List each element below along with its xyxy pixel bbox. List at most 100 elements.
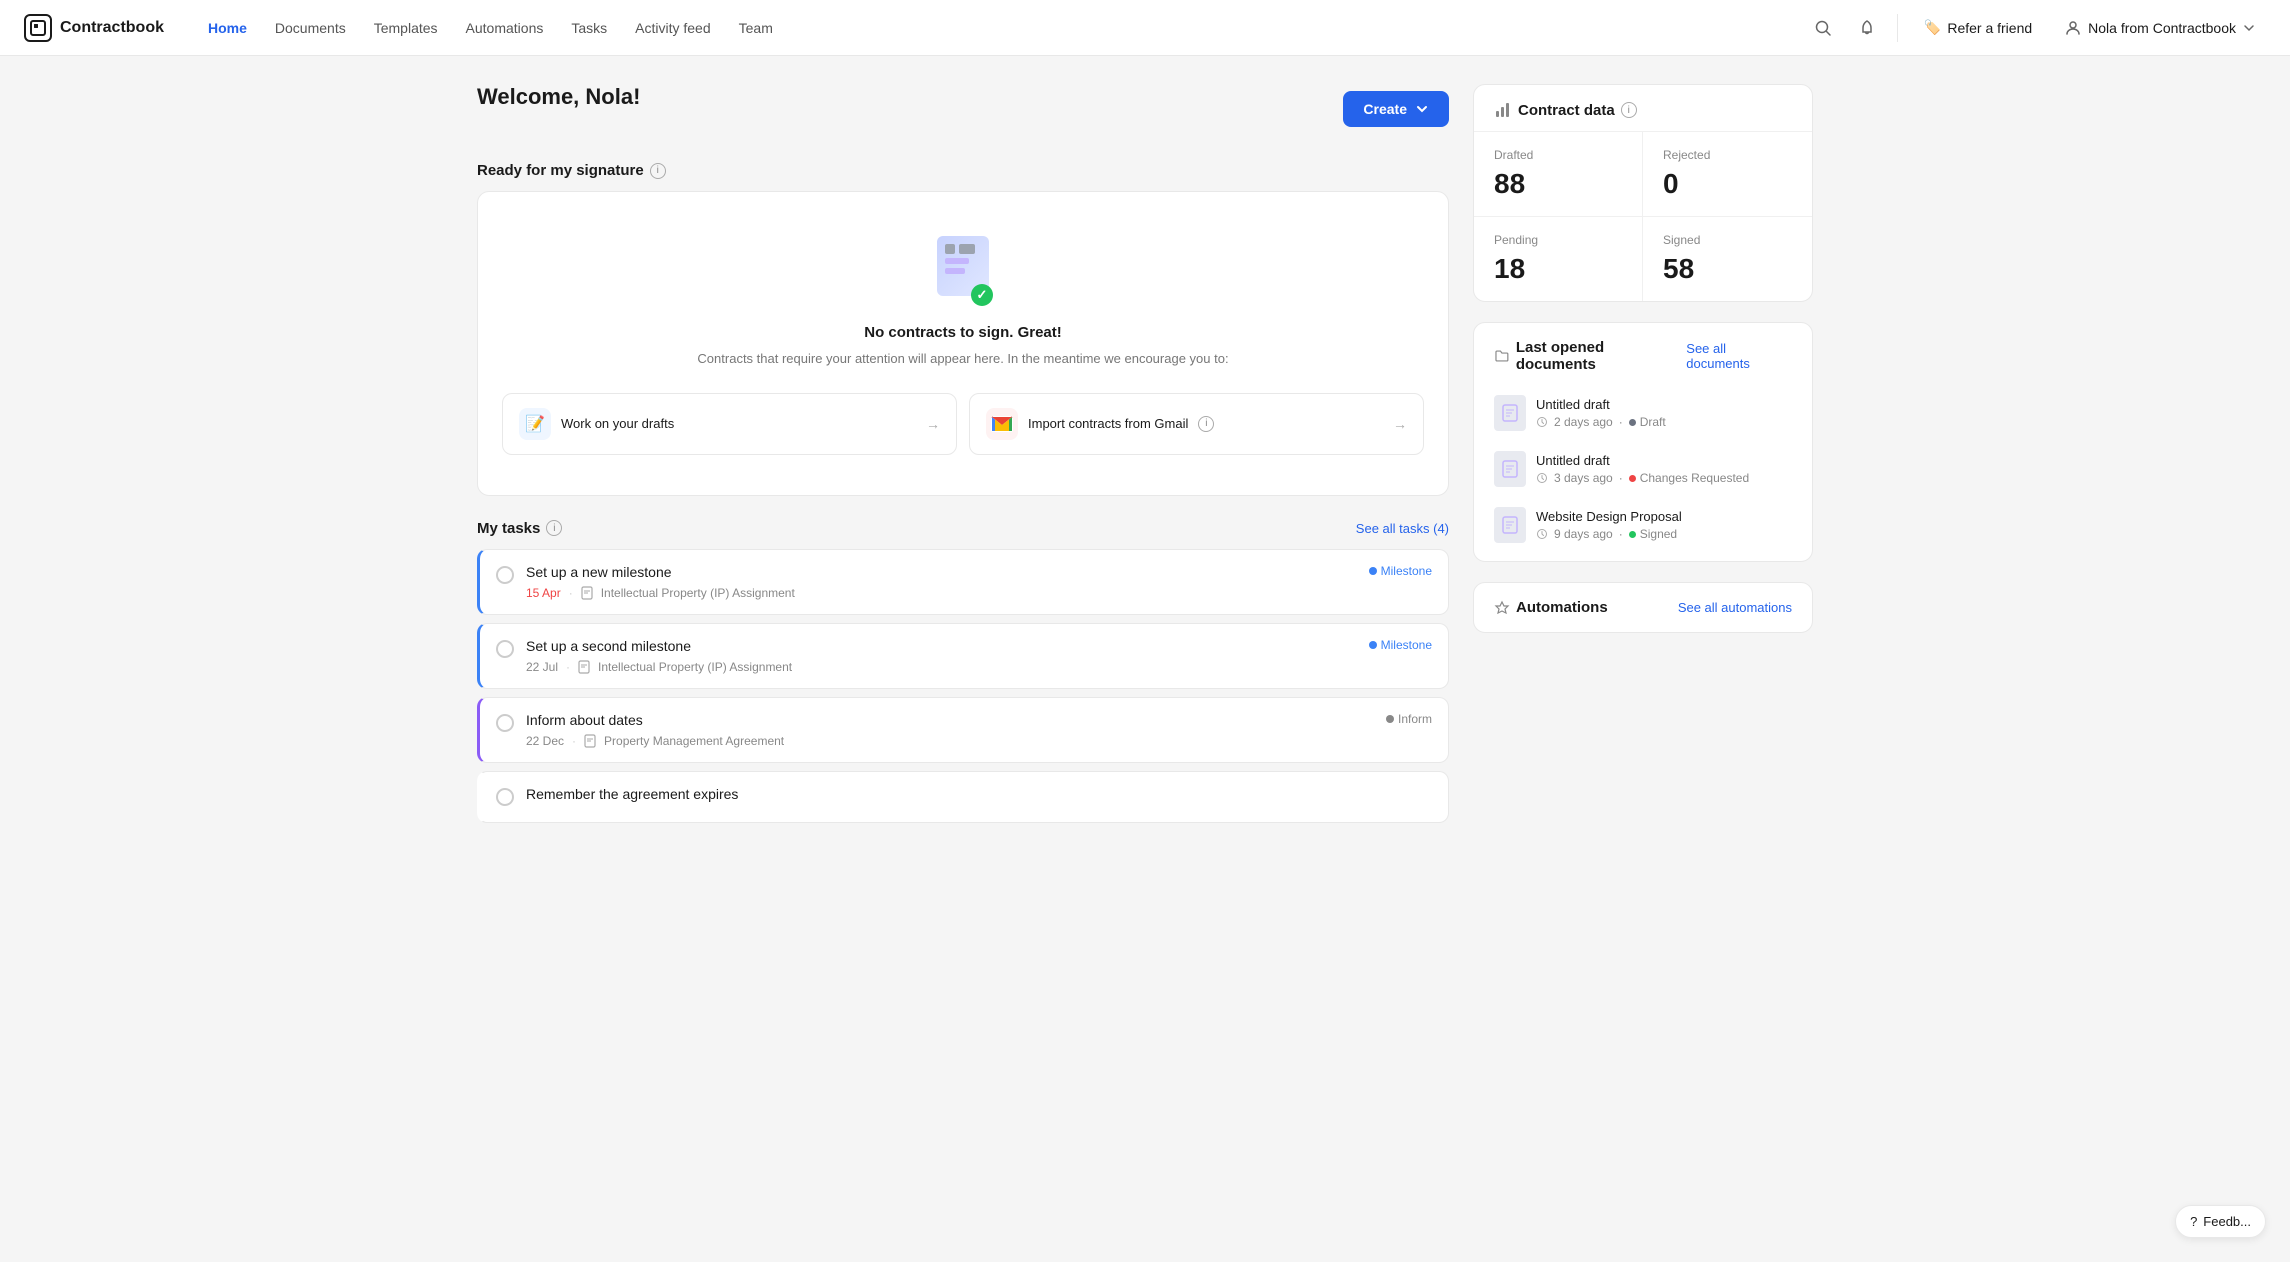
drafted-label: Drafted [1494,148,1622,162]
task-badge-dot-3 [1386,715,1394,723]
see-all-docs-link[interactable]: See all documents [1686,341,1792,371]
task-badge-3: Inform [1386,712,1432,726]
automations-title: Automations [1516,599,1608,616]
signature-panel: ✓ No contracts to sign. Great! Contracts… [477,191,1449,496]
brand-icon [24,14,52,42]
gmail-info-icon[interactable]: i [1198,416,1214,432]
task-meta-1: 15 Apr · Intellectual Property (IP) Assi… [526,586,1357,600]
contract-data-header: Contract data i [1474,85,1812,132]
task-content-4: Remember the agreement expires [526,786,1432,808]
doc-item-1[interactable]: Untitled draft 2 days ago · Draft [1482,385,1804,441]
feedback-label: Feedb... [2203,1214,2251,1229]
task-item-2: Set up a second milestone 22 Jul · Intel… [477,623,1449,689]
doc-meta-2: 3 days ago · Changes Requested [1536,471,1792,485]
task-checkbox-3[interactable] [496,714,514,732]
task-dot-2: · [566,660,570,674]
drafted-cell: Drafted 88 [1474,132,1643,217]
user-label: Nola from Contractbook [2088,20,2236,36]
notifications-button[interactable] [1849,10,1885,46]
signature-section-header: Ready for my signature i [477,162,1449,179]
see-all-tasks-link[interactable]: See all tasks (4) [1356,521,1449,536]
nav-home[interactable]: Home [196,14,259,42]
feedback-button[interactable]: ? Feedb... [2175,1205,2266,1238]
task-item: Set up a new milestone 15 Apr · Intellec… [477,549,1449,615]
contract-grid: Drafted 88 Rejected 0 Pending 18 Signed … [1474,132,1812,301]
rejected-label: Rejected [1663,148,1792,162]
tasks-header: My tasks i See all tasks (4) [477,520,1449,537]
clock-icon-2 [1536,472,1548,484]
folder-icon [1494,348,1510,364]
doc-name-3: Website Design Proposal [1536,509,1792,524]
nav-automations[interactable]: Automations [454,14,556,42]
drafted-value: 88 [1494,168,1622,200]
task-checkbox-1[interactable] [496,566,514,584]
doc-dot-3: · [1619,527,1623,541]
nav-activity-feed[interactable]: Activity feed [623,14,722,42]
create-button[interactable]: Create [1343,91,1449,127]
import-gmail-card[interactable]: Import contracts from Gmail i → [969,393,1424,455]
search-button[interactable] [1805,10,1841,46]
pending-label: Pending [1494,233,1622,247]
tag-icon: 🏷️ [1924,19,1941,36]
doc-status-1: Draft [1629,415,1666,429]
doc-meta-1: 2 days ago · Draft [1536,415,1792,429]
see-all-automations-link[interactable]: See all automations [1678,600,1792,615]
arrow-right-icon: → [926,416,940,432]
nav-templates[interactable]: Templates [362,14,450,42]
clock-icon-3 [1536,528,1548,540]
task-title-1: Set up a new milestone [526,564,1357,580]
nav-documents[interactable]: Documents [263,14,358,42]
work-on-drafts-card[interactable]: 📝 Work on your drafts → [502,393,957,455]
doc-info-1: Untitled draft 2 days ago · Draft [1536,397,1792,429]
doc-name-1: Untitled draft [1536,397,1792,412]
empty-state-title: No contracts to sign. Great! [502,324,1424,341]
question-icon: ? [2190,1214,2197,1229]
drafts-label: Work on your drafts [561,416,674,431]
task-dot-3: · [572,734,576,748]
doc-item-2[interactable]: Untitled draft 3 days ago · Changes Requ… [1482,441,1804,497]
doc-dot-2: · [1619,471,1623,485]
refer-friend-button[interactable]: 🏷️ Refer a friend [1910,13,2046,42]
task-content-2: Set up a second milestone 22 Jul · Intel… [526,638,1357,674]
doc-status-label-3: Signed [1640,527,1677,541]
task-badge-2: Milestone [1369,638,1432,652]
user-menu-button[interactable]: Nola from Contractbook [2054,13,2266,43]
signature-info-icon[interactable]: i [650,163,666,179]
doc-status-label-2: Changes Requested [1640,471,1749,485]
nav-team[interactable]: Team [727,14,785,42]
bell-icon [1858,19,1876,37]
brand[interactable]: Contractbook [24,14,164,42]
chart-icon [1494,101,1512,119]
drafts-icon: 📝 [519,408,551,440]
main-container: Welcome, Nola! Create Ready for my signa… [445,56,1845,859]
task-badge-label-2: Milestone [1381,638,1432,652]
tasks-info-icon[interactable]: i [546,520,562,536]
contract-data-info-icon[interactable]: i [1621,102,1637,118]
automations-icon [1494,600,1510,616]
doc-item-3[interactable]: Website Design Proposal 9 days ago · Sig… [1482,497,1804,553]
signed-cell: Signed 58 [1643,217,1812,301]
doc-meta-3: 9 days ago · Signed [1536,527,1792,541]
doc-age-3: 9 days ago [1554,527,1613,541]
page-header: Welcome, Nola! Create [477,84,1449,134]
doc-line-1 [945,244,955,254]
gmail-icon [986,408,1018,440]
doc-icon-2 [1494,451,1526,487]
doc-line-4 [945,268,965,274]
doc-icon-1 [1494,395,1526,431]
signed-dot-3 [1629,531,1636,538]
docs-list: Untitled draft 2 days ago · Draft [1474,385,1812,561]
pending-cell: Pending 18 [1474,217,1643,301]
automations-card: Automations See all automations [1473,582,1813,633]
rejected-value: 0 [1663,168,1792,200]
brand-name: Contractbook [60,19,164,37]
task-checkbox-2[interactable] [496,640,514,658]
nav-links: Home Documents Templates Automations Tas… [196,14,1805,42]
task-title-3: Inform about dates [526,712,1374,728]
pending-value: 18 [1494,253,1622,285]
welcome-title: Welcome, Nola! [477,84,640,110]
task-checkbox-4[interactable] [496,788,514,806]
nav-tasks[interactable]: Tasks [559,14,619,42]
action-card-left-gmail: Import contracts from Gmail i [986,408,1214,440]
gmail-label: Import contracts from Gmail [1028,416,1188,431]
